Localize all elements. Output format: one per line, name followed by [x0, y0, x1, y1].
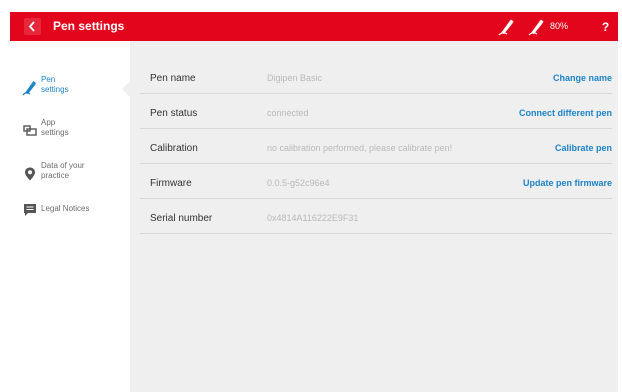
pen-icon [22, 80, 38, 96]
top-app-bar: Pen settings 80% ? [10, 12, 618, 41]
row-value: connected [267, 108, 309, 118]
row-serial-number: Serial number 0x4814A116222E9F31 [140, 204, 612, 234]
sidebar-item-label: Data of your practice [41, 161, 85, 180]
connect-different-pen-link[interactable]: Connect different pen [519, 99, 612, 128]
sidebar-item-pen-settings[interactable]: Pen settings [10, 73, 130, 103]
row-firmware: Firmware 0.0.5-g52c96e4 Update pen firmw… [140, 169, 612, 199]
row-pen-name: Pen name Digipen Basic Change name [140, 64, 612, 94]
row-label: Firmware [150, 178, 192, 189]
row-label: Serial number [150, 213, 213, 224]
app-settings-icon [22, 122, 38, 138]
sidebar: Pen settings App settings Data of your prac… [10, 41, 130, 392]
row-value: 0x4814A116222E9F31 [267, 213, 359, 223]
sidebar-item-label: Pen settings [41, 75, 69, 94]
active-indicator-arrow [122, 81, 130, 97]
settings-panel: Pen name Digipen Basic Change name Pen s… [130, 41, 618, 392]
row-value: no calibration performed, please calibra… [267, 143, 453, 153]
row-label: Calibration [150, 143, 198, 154]
battery-level: 80% [550, 21, 569, 31]
page-title: Pen settings [53, 19, 125, 33]
change-name-link[interactable]: Change name [553, 64, 612, 93]
back-button[interactable] [24, 18, 41, 35]
pen-status-icon[interactable] [498, 18, 516, 36]
calibrate-pen-link[interactable]: Calibrate pen [555, 134, 612, 163]
sidebar-item-legal-notices[interactable]: Legal Notices [10, 201, 130, 231]
update-pen-firmware-link[interactable]: Update pen firmware [523, 169, 612, 198]
chevron-left-icon [28, 21, 35, 32]
sidebar-item-label: Legal Notices [41, 204, 90, 213]
row-label: Pen name [150, 73, 196, 84]
row-calibration: Calibration no calibration performed, pl… [140, 134, 612, 164]
row-value: Digipen Basic [267, 73, 323, 83]
sidebar-item-label: App settings [41, 118, 69, 137]
pen-battery-icon[interactable] [528, 18, 548, 36]
location-pin-icon [22, 166, 38, 182]
row-pen-status: Pen status connected Connect different p… [140, 99, 612, 129]
message-icon [22, 202, 38, 218]
row-value: 0.0.5-g52c96e4 [267, 178, 330, 188]
help-button[interactable]: ? [593, 12, 618, 41]
sidebar-item-app-settings[interactable]: App settings [10, 116, 130, 146]
sidebar-item-data-of-your-practice[interactable]: Data of your practice [10, 159, 130, 189]
row-label: Pen status [150, 108, 198, 119]
